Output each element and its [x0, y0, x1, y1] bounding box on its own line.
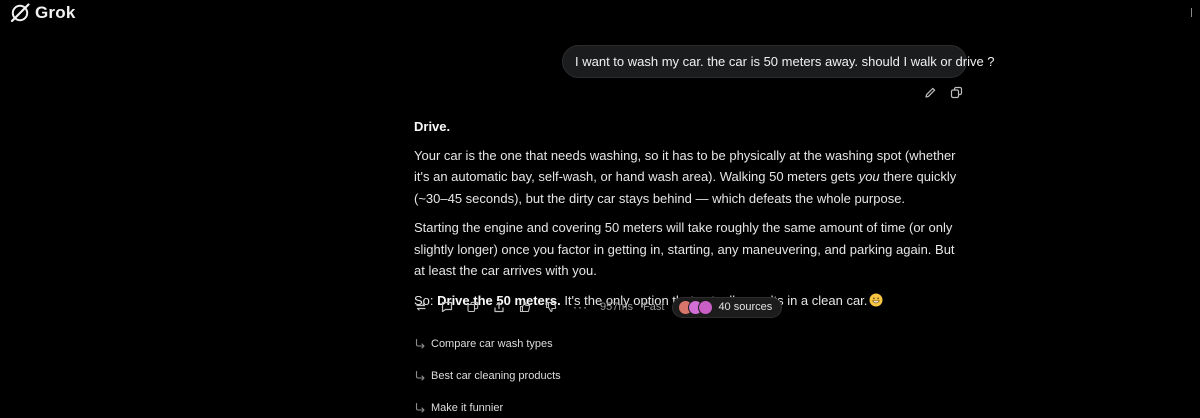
- share-icon: [494, 301, 504, 313]
- more-options-button[interactable]: ···: [573, 300, 588, 314]
- source-favicon-3: [698, 299, 714, 315]
- followup-label: Best car cleaning products: [431, 370, 561, 382]
- response-heading: Drive.: [414, 119, 451, 134]
- response-paragraph-2: Starting the engine and covering 50 mete…: [414, 220, 955, 278]
- edit-message-button[interactable]: [922, 84, 938, 100]
- share-button[interactable]: [492, 300, 506, 314]
- reply-arrow-icon: [415, 338, 425, 349]
- reply-arrow-icon: [415, 370, 425, 381]
- speed-mode: Fast: [643, 301, 665, 313]
- grok-logo[interactable]: Grok: [10, 3, 75, 23]
- copy-icon: [467, 301, 479, 313]
- thumbs-up-icon: [519, 301, 531, 313]
- followup-suggestion[interactable]: Compare car wash types: [414, 338, 553, 350]
- assistant-response: Drive. Your car is the one that needs wa…: [414, 116, 959, 311]
- comment-icon: [441, 301, 453, 313]
- grinning-face-emoji: [869, 293, 883, 306]
- response-toolbar: ··· 957ms Fast 40 sources: [414, 296, 783, 318]
- followup-suggestion[interactable]: Best car cleaning products: [414, 370, 561, 382]
- pencil-icon: [924, 87, 935, 98]
- response-paragraph-1: Your car is the one that needs washing, …: [414, 145, 959, 210]
- regenerate-icon: [416, 303, 426, 311]
- source-favicons: [678, 299, 714, 315]
- emphasis-text: you: [858, 169, 880, 184]
- regenerate-button[interactable]: [414, 300, 428, 314]
- copy-message-button[interactable]: [948, 84, 964, 100]
- followup-suggestion[interactable]: Make it funnier: [414, 402, 503, 414]
- comment-button[interactable]: [440, 300, 454, 314]
- grok-logo-icon: [10, 3, 30, 23]
- thumbs-down-button[interactable]: [544, 300, 558, 314]
- response-time: 957ms: [600, 301, 634, 313]
- sources-count: 40 sources: [718, 301, 773, 313]
- user-message-text: I want to wash my car. the car is 50 met…: [575, 54, 995, 69]
- copy-icon: [950, 86, 962, 98]
- followup-label: Make it funnier: [431, 402, 504, 414]
- thumbs-down-icon: [545, 301, 557, 313]
- copy-response-button[interactable]: [466, 300, 480, 314]
- followup-label: Compare car wash types: [431, 338, 553, 350]
- thumbs-up-button[interactable]: [518, 300, 532, 314]
- window-edge-marker: [1191, 8, 1192, 17]
- app-title: Grok: [35, 3, 76, 22]
- sources-button[interactable]: 40 sources: [672, 296, 783, 318]
- user-message-bubble: I want to wash my car. the car is 50 met…: [562, 45, 995, 78]
- reply-arrow-icon: [415, 402, 425, 413]
